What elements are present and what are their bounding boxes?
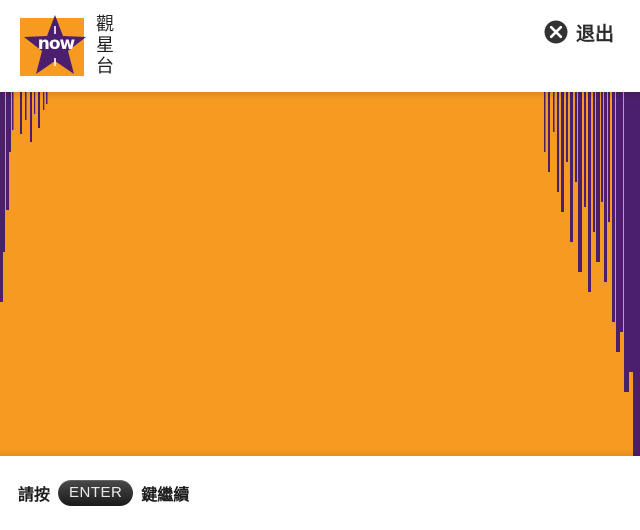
panel-bottom-shadow (0, 448, 640, 456)
header-bar: now 觀 星 台 退出 (0, 0, 640, 92)
app-screen: now 觀 星 台 退出 請按 ENTER 鍵繼續 (0, 0, 640, 530)
close-circle-icon[interactable] (544, 20, 568, 44)
enter-key-badge: ENTER (58, 480, 134, 506)
logo-char-1: 觀 (96, 14, 114, 35)
right-paint-streaks (544, 92, 640, 456)
left-paint-streaks (0, 92, 48, 302)
instruction-prefix: 請按 (18, 485, 51, 504)
main-banner-panel (0, 92, 640, 456)
panel-top-shadow (0, 92, 640, 100)
footer-instruction: 請按 ENTER 鍵繼續 (18, 478, 189, 508)
logo-char-2: 星 (96, 35, 114, 56)
logo-char-3: 台 (96, 56, 114, 77)
exit-label[interactable]: 退出 (576, 19, 614, 46)
exit-button[interactable]: 退出 (544, 18, 614, 46)
logo-brand-text: now (37, 34, 76, 54)
logo-chinese-title: 觀 星 台 (94, 14, 116, 77)
now-stargazer-logo: now 觀 星 台 (20, 12, 118, 80)
instruction-suffix: 鍵繼續 (141, 485, 190, 504)
